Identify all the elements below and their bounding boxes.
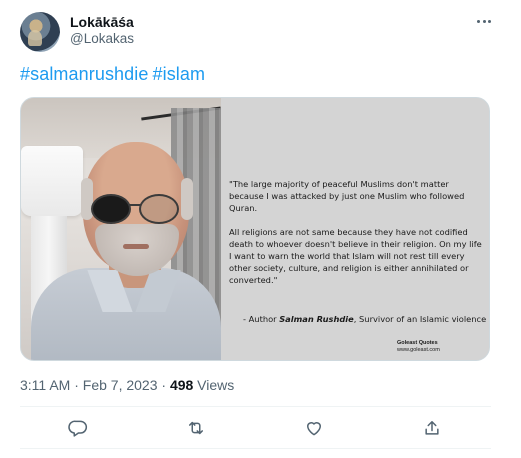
views-label: Views [193, 377, 235, 393]
hashtag-link[interactable]: #islam [152, 64, 205, 84]
more-options-icon[interactable] [473, 12, 495, 30]
like-icon[interactable] [304, 418, 324, 438]
quote-panel: "The large majority of peaceful Muslims … [221, 98, 489, 360]
divider [20, 448, 491, 449]
author-display-name[interactable]: Lokākāśa [70, 14, 134, 30]
tweet-meta: 3:11 AM · Feb 7, 2023 · 498 Views [20, 377, 234, 393]
quote-attribution: - Author Salman Rushdie, Survivor of an … [243, 314, 487, 324]
retweet-icon[interactable] [186, 418, 206, 438]
hashtag-link[interactable]: #salmanrushdie [20, 64, 148, 84]
quote-author-name: Salman Rushdie [279, 314, 354, 324]
views-count: 498 [169, 377, 194, 393]
author-handle[interactable]: @Lokakas [70, 31, 134, 46]
tweet-text: #salmanrushdie #islam [20, 64, 209, 85]
brand-watermark: Goleast Quotes www.goleast.com [397, 340, 440, 353]
quote-paragraph: All religions are not same because they … [229, 227, 482, 285]
share-icon[interactable] [422, 418, 442, 438]
portrait-photo [21, 98, 221, 360]
timestamp[interactable]: 3:11 AM · Feb 7, 2023 · [20, 377, 170, 393]
tweet-media-image[interactable]: "The large majority of peaceful Muslims … [20, 97, 490, 361]
divider [20, 406, 491, 407]
avatar[interactable] [20, 12, 60, 52]
quote-text: "The large majority of peaceful Muslims … [229, 178, 485, 298]
action-bar [20, 418, 491, 438]
quote-paragraph: "The large majority of peaceful Muslims … [229, 179, 465, 213]
reply-icon[interactable] [68, 418, 88, 438]
